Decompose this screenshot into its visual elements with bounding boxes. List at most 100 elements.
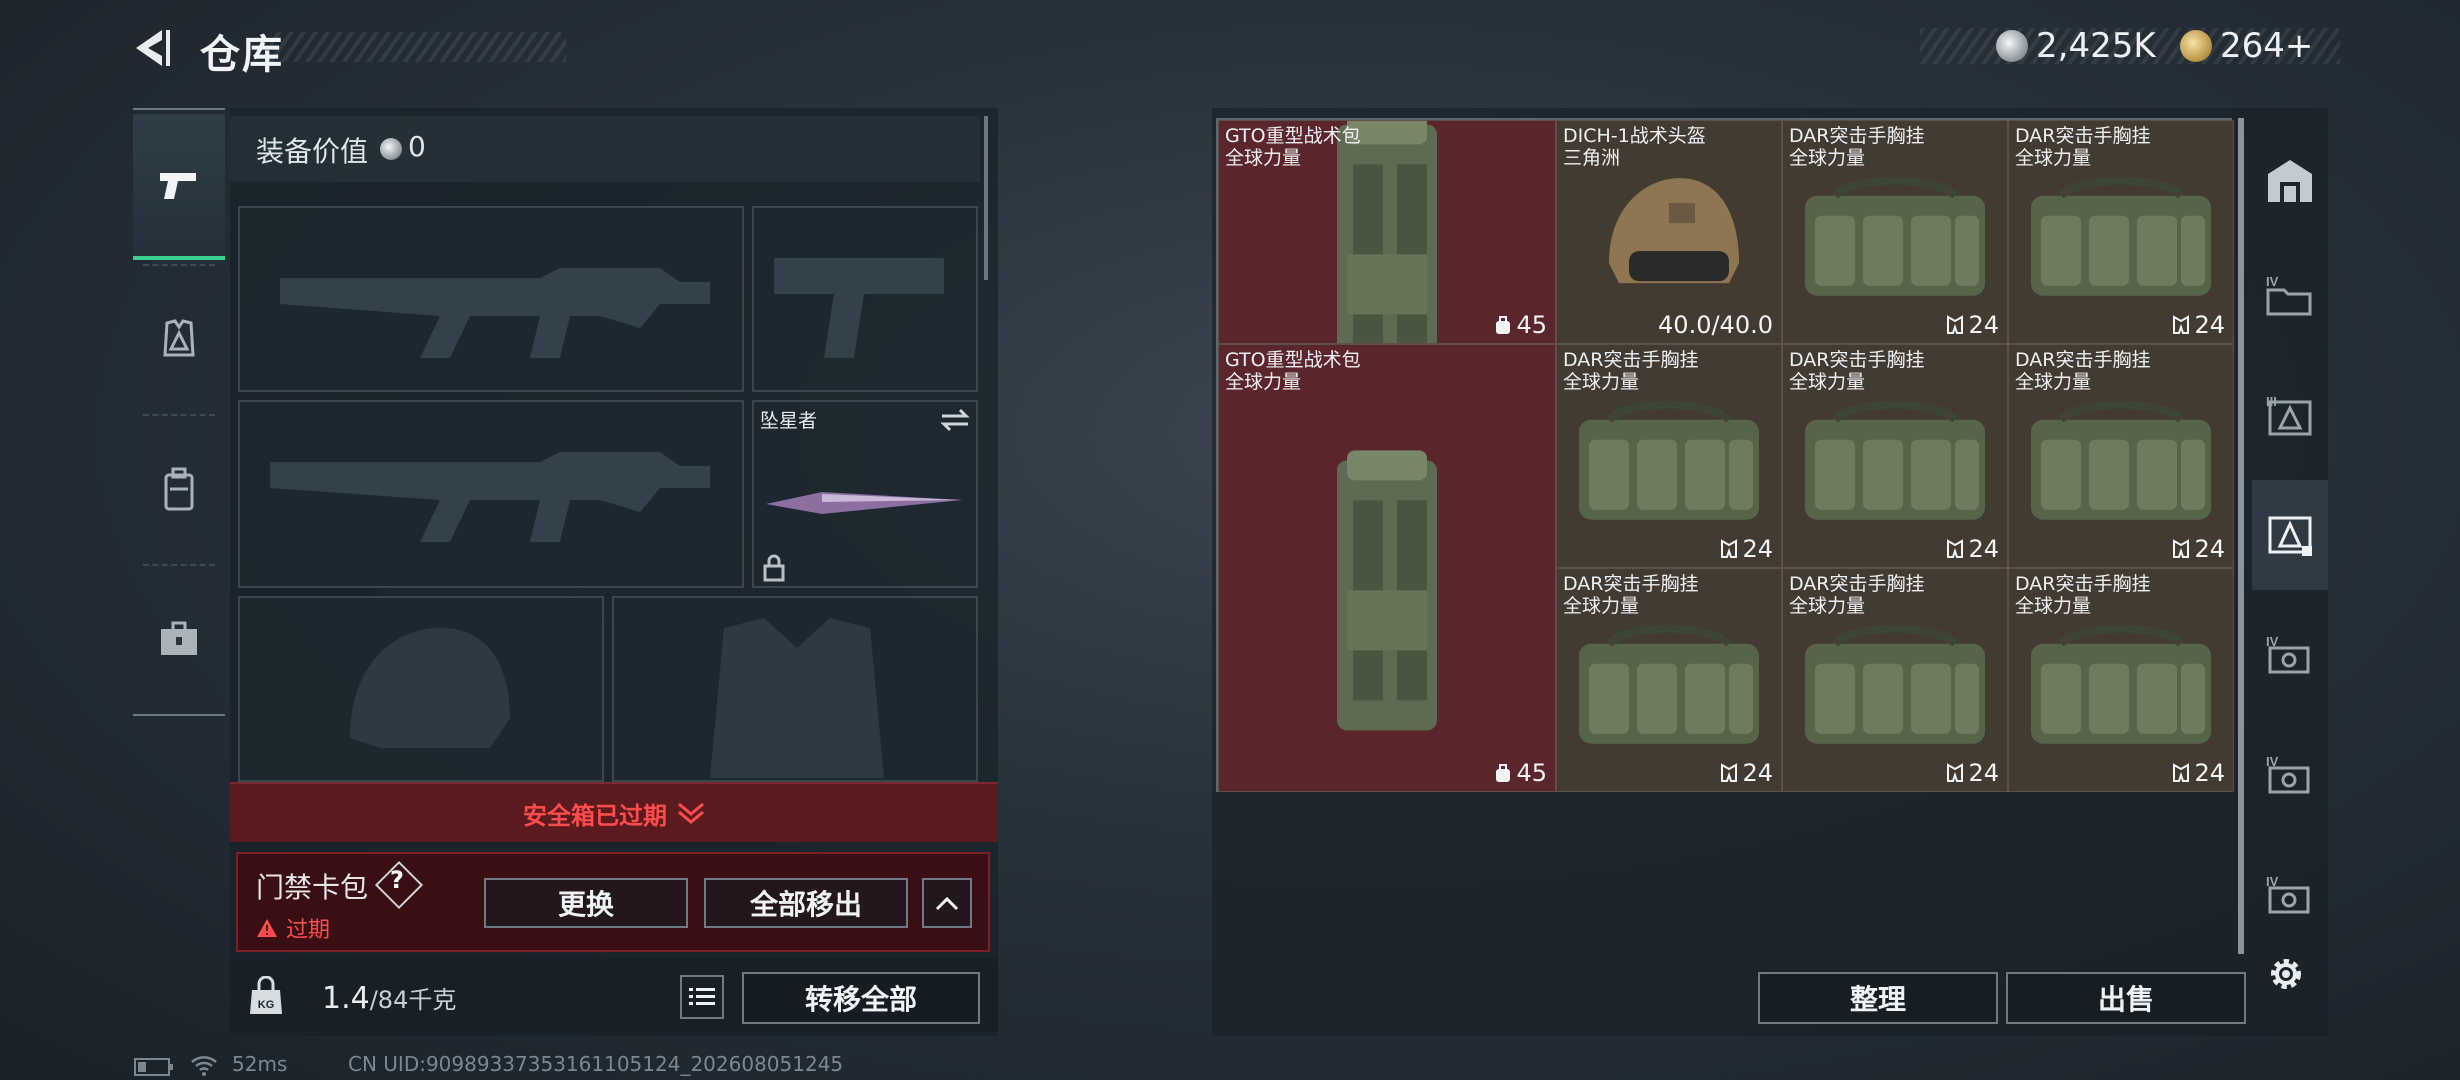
storage-item-count: 24 [2172, 311, 2225, 339]
storage-item-count-value: 24 [2194, 311, 2225, 339]
tab-storage-iii[interactable]: III [2252, 360, 2328, 470]
storage-item-count-value: 24 [2194, 759, 2225, 787]
melee-slot[interactable]: 坠星者 [752, 400, 978, 588]
storage-item[interactable]: DAR突击手胸挂 全球力量 24 [1556, 344, 1782, 568]
folder-iv-icon: IV [2266, 274, 2312, 316]
rig-icon [2021, 176, 2221, 310]
keycard-status: 过期 [256, 912, 330, 944]
storage-item[interactable]: DAR突击手胸挂 全球力量 24 [2008, 568, 2234, 792]
title-decoration [270, 32, 566, 62]
armor-icon [163, 319, 195, 357]
storage-item-count: 40.0/40.0 [1658, 311, 1773, 339]
storage-item[interactable]: DAR突击手胸挂 全球力量 24 [2008, 120, 2234, 344]
safebox-expired-banner[interactable]: 安全箱已过期 [230, 782, 998, 842]
primary-weapon-slot[interactable] [238, 206, 744, 392]
capacity-icon [1496, 764, 1511, 782]
tab-storage-iv-a[interactable]: IV [2252, 240, 2328, 350]
case-iv-icon: IV [2266, 874, 2310, 914]
help-icon[interactable]: ? [390, 866, 404, 894]
back-arrow-icon[interactable] [132, 26, 176, 70]
ping-readout: 52ms [232, 1052, 288, 1076]
keycard-status-text: 过期 [286, 918, 331, 943]
capacity-icon [1947, 315, 1964, 334]
rig-icon [1569, 400, 1769, 534]
gear-icon[interactable] [2266, 954, 2306, 994]
capacity-icon [1947, 539, 1964, 558]
storage-item-name: DAR突击手胸挂 全球力量 [1563, 349, 1699, 393]
capacity-icon [2173, 539, 2190, 558]
capacity-icon [2173, 315, 2190, 334]
tab-weapons[interactable] [133, 114, 225, 260]
replace-button[interactable]: 更换 [484, 878, 688, 928]
tab-armor[interactable] [133, 264, 225, 414]
svg-text:KG: KG [258, 999, 275, 1011]
rig-icon [1569, 624, 1769, 758]
storage-item-name: DAR突击手胸挂 全球力量 [1789, 349, 1925, 393]
collapse-button[interactable] [922, 878, 972, 928]
storage-item[interactable]: DAR突击手胸挂 全球力量 24 [1782, 120, 2008, 344]
secondary-weapon-slot[interactable] [238, 400, 744, 588]
storage-item-name: GTO重型战术包 全球力量 [1225, 349, 1361, 393]
storage-item[interactable]: GTO重型战术包 全球力量 45 [1218, 120, 1556, 344]
storage-item[interactable]: DAR突击手胸挂 全球力量 24 [1556, 568, 1782, 792]
storage-item[interactable]: DAR突击手胸挂 全球力量 24 [1782, 568, 2008, 792]
storage-item[interactable]: DAR突击手胸挂 全球力量 24 [2008, 344, 2234, 568]
storage-item-count: 24 [1946, 759, 1999, 787]
storage-item-count: 24 [1720, 759, 1773, 787]
category-rail [133, 108, 225, 716]
wifi-icon [191, 1056, 217, 1076]
equipment-scrollbar[interactable] [984, 116, 988, 280]
sort-button[interactable]: 整理 [1758, 972, 1998, 1024]
tab-backpack[interactable] [133, 414, 225, 564]
backpack-icon [1317, 440, 1457, 744]
sell-button[interactable]: 出售 [2006, 972, 2246, 1024]
storage-item-count: 24 [2172, 759, 2225, 787]
tab-storage-active[interactable] [2252, 480, 2328, 590]
silver-currency[interactable]: 2,425K [1996, 26, 2156, 66]
rig-icon [1795, 176, 1995, 310]
tab-storage-iv-b[interactable]: IV [2252, 600, 2328, 710]
keycard-name: 门禁卡包 [256, 871, 369, 904]
storage-item-name: DAR突击手胸挂 全球力量 [1563, 573, 1699, 617]
storage-grid: GTO重型战术包 全球力量 45 DICH-1战术头盔 三角洲 40.0/40.0 DA… [1216, 118, 2234, 792]
tab-storage-iv-d[interactable]: IV [2252, 840, 2328, 950]
armor-slot[interactable] [612, 596, 978, 782]
storage-item-name: DAR突击手胸挂 全球力量 [1789, 573, 1925, 617]
tab-storage-home[interactable] [2252, 126, 2328, 236]
backpack-icon [164, 467, 194, 511]
storage-item[interactable]: GTO重型战术包 全球力量 45 [1218, 344, 1556, 792]
carry-weight: 1.4/84千克 [322, 980, 456, 1016]
storage-item[interactable]: DICH-1战术头盔 三角洲 40.0/40.0 [1556, 120, 1782, 344]
storage-scrollbar[interactable] [2238, 118, 2244, 954]
remove-all-button[interactable]: 全部移出 [704, 878, 908, 928]
capacity-icon [1947, 763, 1964, 782]
briefcase-icon [161, 621, 197, 655]
storage-item-name: DICH-1战术头盔 三角洲 [1563, 125, 1706, 169]
uid-readout: CN UID:9098933735316110512​4_20260805124… [348, 1052, 844, 1076]
storage-item[interactable]: DAR突击手胸挂 全球力量 24 [1782, 344, 2008, 568]
helmet-slot[interactable] [238, 596, 604, 782]
gold-coin-icon [2180, 30, 2212, 62]
transfer-all-button[interactable]: 转移全部 [742, 972, 980, 1024]
storage-item-count-value: 24 [1742, 759, 1773, 787]
capacity-icon [1496, 316, 1511, 334]
storage-item-count: 45 [1494, 311, 1547, 339]
tab-storage-iv-c[interactable]: IV [2252, 720, 2328, 830]
tab-case[interactable] [133, 564, 225, 714]
rig-icon [2021, 624, 2221, 758]
list-view-button[interactable] [680, 975, 724, 1019]
pistol-silhouette-icon [774, 258, 944, 358]
chevron-up-icon [935, 896, 959, 911]
safebox-expired-label: 安全箱已过期 [523, 801, 667, 830]
page-title: 仓库 [200, 32, 284, 78]
storage-item-count-value: 45 [1516, 759, 1547, 787]
swap-icon[interactable] [940, 408, 970, 432]
storage-item-count: 24 [1720, 535, 1773, 563]
gold-currency[interactable]: 264+ [2180, 26, 2313, 66]
vest-silhouette-icon [710, 618, 884, 778]
rifle-silhouette-icon [280, 268, 710, 358]
case-iv-icon: IV [2266, 754, 2310, 794]
pistol-slot[interactable] [752, 206, 978, 392]
storage-item-count-value: 24 [1742, 535, 1773, 563]
storage-item-name: DAR突击手胸挂 全球力量 [2015, 125, 2151, 169]
